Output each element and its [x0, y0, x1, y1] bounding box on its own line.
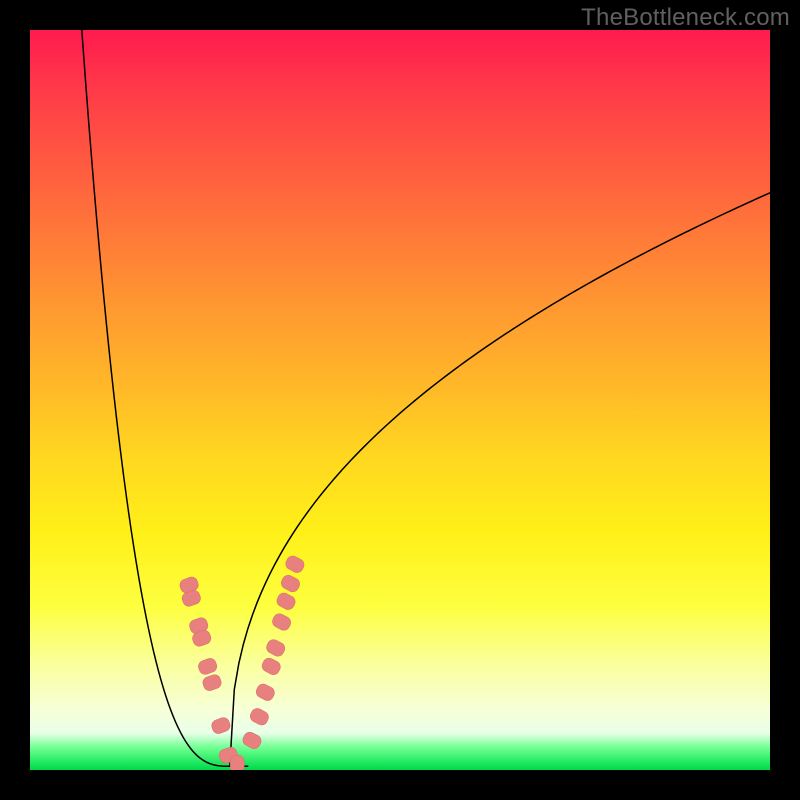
watermark-text: TheBottleneck.com	[581, 4, 790, 32]
data-marker	[210, 716, 232, 735]
data-marker	[264, 637, 286, 658]
curve-left	[82, 30, 230, 766]
data-marker	[275, 591, 297, 612]
data-marker	[230, 755, 244, 770]
data-marker	[260, 656, 282, 677]
data-marker	[197, 657, 219, 676]
data-marker	[279, 573, 301, 594]
plot-area	[30, 30, 770, 770]
curve-svg	[30, 30, 770, 770]
data-marker	[248, 706, 270, 727]
data-marker	[254, 682, 276, 703]
curve-right	[230, 193, 770, 767]
chart-frame: TheBottleneck.com	[0, 0, 800, 800]
data-marker	[201, 673, 223, 692]
data-marker	[270, 612, 292, 633]
data-marker	[241, 730, 263, 751]
data-marker	[284, 554, 306, 575]
